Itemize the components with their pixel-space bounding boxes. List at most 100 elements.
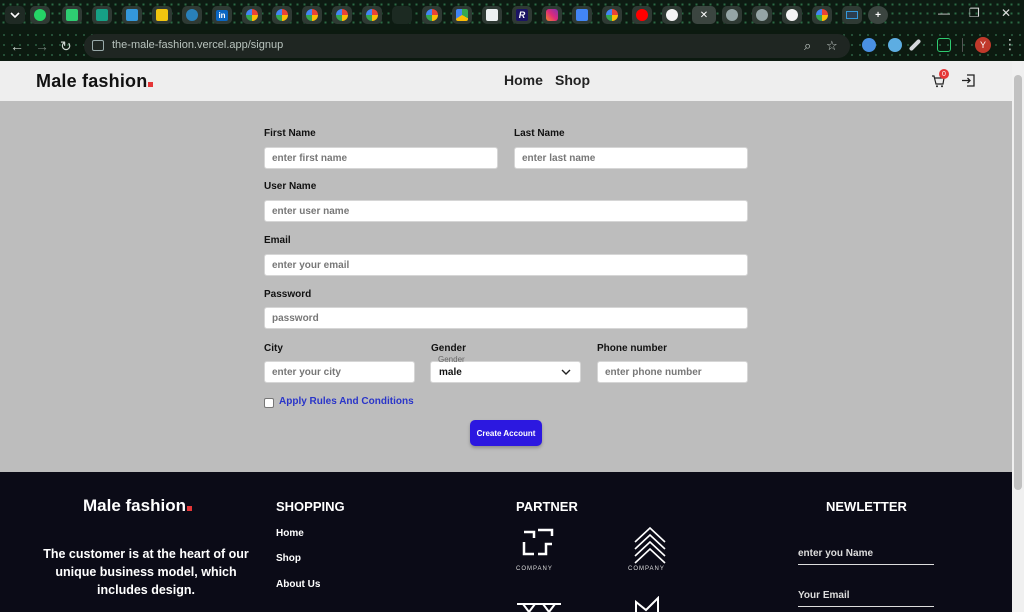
site-footer: Male fashion The customer is at the hear… bbox=[0, 472, 1012, 612]
google-icon[interactable] bbox=[602, 6, 622, 24]
address-bar[interactable]: the-male-fashion.vercel.app/signup ⌕ ☆ bbox=[84, 34, 850, 58]
zoom-icon[interactable]: ⌕ bbox=[804, 38, 811, 54]
password-input[interactable] bbox=[264, 307, 748, 329]
tab-icon[interactable] bbox=[92, 6, 112, 24]
tab-icon[interactable] bbox=[182, 6, 202, 24]
react-devtools-icon[interactable] bbox=[888, 38, 902, 52]
cart-count-badge: 0 bbox=[939, 69, 949, 79]
tab-icon[interactable] bbox=[392, 6, 412, 24]
youtube-icon[interactable] bbox=[632, 6, 652, 24]
google-icon[interactable] bbox=[812, 6, 832, 24]
new-tab-plus-icon[interactable]: + bbox=[868, 6, 888, 24]
extensions-puzzle-icon[interactable] bbox=[937, 38, 951, 52]
logo-dot bbox=[148, 82, 154, 87]
login-icon[interactable] bbox=[961, 73, 976, 88]
scrollbar-thumb[interactable] bbox=[1014, 75, 1022, 490]
newsletter-name-input[interactable] bbox=[798, 543, 934, 565]
tab-icon[interactable] bbox=[122, 6, 142, 24]
toolbar-divider bbox=[962, 38, 963, 52]
partner-heading: PARTNER bbox=[516, 499, 578, 514]
shopping-heading: SHOPPING bbox=[276, 499, 345, 514]
r-icon[interactable]: R bbox=[512, 6, 532, 24]
extension-icon[interactable] bbox=[862, 38, 876, 52]
partner-caption: COMPANY bbox=[628, 566, 665, 572]
partner-logo-square-icon bbox=[522, 528, 554, 556]
tab-search-icon[interactable] bbox=[5, 6, 25, 24]
google-icon[interactable] bbox=[302, 6, 322, 24]
email-label: Email bbox=[264, 235, 291, 246]
google-icon[interactable] bbox=[422, 6, 442, 24]
logo-text: Male fashion bbox=[36, 71, 148, 91]
username-input[interactable] bbox=[264, 200, 748, 222]
tab-icon[interactable] bbox=[62, 6, 82, 24]
first-name-input[interactable] bbox=[264, 147, 498, 169]
browser-toolbar: ← → ↻ the-male-fashion.vercel.app/signup… bbox=[0, 30, 1024, 61]
phone-input[interactable] bbox=[597, 361, 748, 383]
footer-description: The customer is at the heart of our uniq… bbox=[43, 547, 249, 597]
github-icon[interactable] bbox=[662, 6, 682, 24]
footer-link-home[interactable]: Home bbox=[276, 528, 304, 539]
gender-label: Gender bbox=[431, 343, 467, 354]
last-name-label: Last Name bbox=[514, 128, 565, 139]
city-label: City bbox=[264, 343, 283, 354]
tab-icon[interactable] bbox=[152, 6, 172, 24]
city-input[interactable] bbox=[264, 361, 415, 383]
first-name-label: First Name bbox=[264, 128, 316, 139]
google-icon[interactable] bbox=[362, 6, 382, 24]
create-account-button[interactable]: Create Account bbox=[470, 420, 542, 446]
partner-logo-triangle-icon bbox=[517, 603, 561, 612]
browser-tab-strip: in R ✕ + — ❐ ✕ bbox=[0, 0, 1024, 30]
google-icon[interactable] bbox=[272, 6, 292, 24]
newsletter-email-input[interactable] bbox=[798, 585, 934, 607]
linkedin-letter: in bbox=[216, 9, 228, 21]
reload-icon[interactable]: ↻ bbox=[60, 38, 72, 55]
partner-logo-m-icon bbox=[635, 596, 659, 612]
minimize-icon[interactable]: — bbox=[938, 6, 950, 20]
footer-link-shop[interactable]: Shop bbox=[276, 553, 301, 564]
password-label: Password bbox=[264, 289, 312, 300]
drive-icon[interactable] bbox=[452, 6, 472, 24]
google-icon[interactable] bbox=[332, 6, 352, 24]
nav-home-link[interactable]: Home bbox=[504, 72, 543, 88]
username-label: User Name bbox=[264, 181, 317, 192]
rules-checkbox[interactable] bbox=[264, 398, 274, 408]
browser-menu-icon[interactable]: ⋮ bbox=[1003, 36, 1017, 53]
phone-label: Phone number bbox=[597, 343, 668, 354]
github-icon[interactable] bbox=[782, 6, 802, 24]
site-header: Male fashion Home Shop 0 bbox=[0, 61, 1012, 101]
footer-logo-dot bbox=[186, 506, 192, 511]
footer-link-about[interactable]: About Us bbox=[276, 579, 320, 590]
eyedropper-icon[interactable] bbox=[908, 38, 922, 52]
rules-label[interactable]: Apply Rules And Conditions bbox=[279, 396, 414, 407]
nav-shop-link[interactable]: Shop bbox=[555, 72, 590, 88]
profile-avatar[interactable]: Y bbox=[975, 37, 991, 53]
site-logo[interactable]: Male fashion bbox=[36, 71, 154, 92]
newsletter-heading: NEWLETTER bbox=[826, 499, 907, 514]
email-input[interactable] bbox=[264, 254, 748, 276]
back-arrow-icon[interactable]: ← bbox=[10, 38, 24, 54]
restore-icon[interactable]: ❐ bbox=[969, 6, 980, 20]
google-icon[interactable] bbox=[242, 6, 262, 24]
tab-icon[interactable] bbox=[842, 6, 862, 24]
bookmark-star-icon[interactable]: ☆ bbox=[826, 38, 838, 54]
site-info-icon[interactable] bbox=[92, 40, 104, 51]
whatsapp-icon[interactable] bbox=[30, 6, 50, 24]
partner-logo-chevron-icon bbox=[634, 526, 666, 564]
r-letter: R bbox=[515, 9, 529, 21]
footer-logo[interactable]: Male fashion bbox=[83, 496, 192, 516]
partner-caption: COMPANY bbox=[516, 566, 553, 572]
window-close-icon[interactable]: ✕ bbox=[1001, 6, 1011, 20]
globe-icon[interactable] bbox=[722, 6, 742, 24]
translate-icon[interactable] bbox=[572, 6, 592, 24]
chevron-down-icon bbox=[561, 369, 571, 375]
tab-icon[interactable] bbox=[482, 6, 502, 24]
forward-arrow-icon[interactable]: → bbox=[35, 38, 49, 54]
last-name-input[interactable] bbox=[514, 147, 748, 169]
globe-icon[interactable] bbox=[752, 6, 772, 24]
gender-selected-value: male bbox=[439, 367, 462, 378]
instagram-icon[interactable] bbox=[542, 6, 562, 24]
tab-close-icon[interactable]: ✕ bbox=[692, 6, 716, 24]
gender-floating-label: Gender bbox=[438, 355, 465, 364]
linkedin-icon[interactable]: in bbox=[212, 6, 232, 24]
gender-select[interactable]: male bbox=[430, 361, 581, 383]
